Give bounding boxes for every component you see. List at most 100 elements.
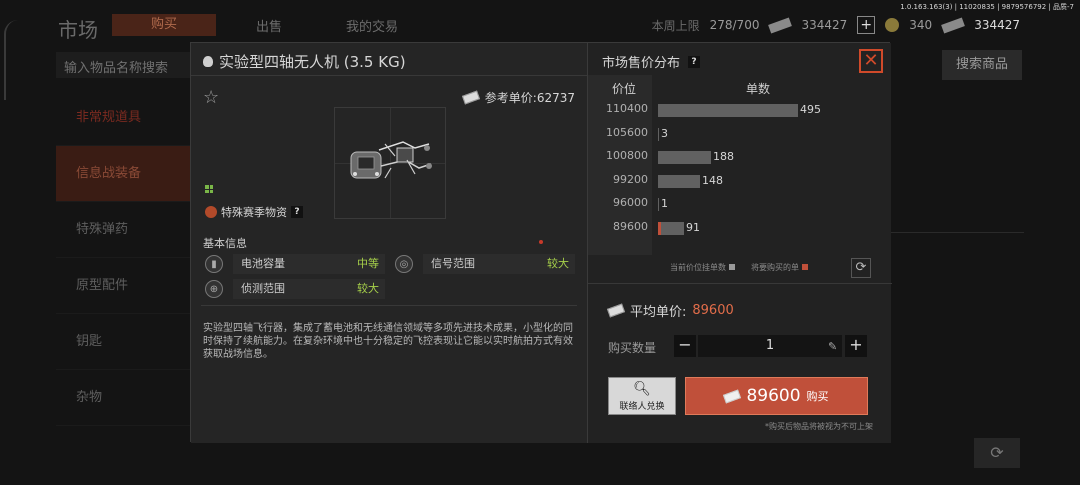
sidebar-item-unconventional[interactable]: 非常规道具	[56, 90, 196, 146]
chart-bar	[658, 221, 684, 235]
search-icon: 🔍︎	[633, 381, 651, 397]
season-icon	[205, 206, 217, 218]
contact-exchange-button[interactable]: 🔍︎ 联络人兑换	[608, 377, 676, 415]
price-tick-label: 89600	[613, 219, 648, 233]
drone-image	[350, 141, 432, 179]
chart-bar	[658, 151, 711, 164]
legend-buy: 将要购买的单	[751, 262, 808, 273]
tab-my-trades[interactable]: 我的交易	[346, 16, 398, 35]
currency1-value: 334427	[801, 18, 848, 32]
col-header-price: 价位	[612, 82, 637, 96]
version-text: 1.0.163.163(3) | 11020835 | 9879576792 |…	[900, 3, 1074, 11]
chart-bar	[658, 127, 659, 141]
back-arc-decoration	[4, 20, 18, 100]
avg-value: 89600	[692, 303, 734, 318]
item-detail-pane: 实验型四轴无人机 (3.5 KG) ☆ 参考单价: 62737 特殊赛季物资 ?…	[191, 43, 587, 443]
stat-signal: ◎ 信号范围 较大	[395, 253, 575, 275]
season-tag-label: 特殊赛季物资	[221, 206, 287, 219]
sidebar: 非常规道具 信息战装备 特殊弹药 原型配件 钥匙 杂物	[56, 90, 196, 426]
help-icon[interactable]: ?	[291, 206, 303, 218]
battery-icon: ▮	[205, 255, 223, 273]
cash-icon	[606, 303, 626, 318]
legend-swatch-grey	[729, 264, 735, 270]
search-goods-button[interactable]: 搜索商品	[942, 50, 1022, 80]
coin-icon	[885, 18, 900, 32]
divider	[201, 305, 577, 306]
grid-size-icon	[205, 185, 213, 193]
basic-info-heading: 基本信息	[203, 237, 247, 250]
purchase-footnote: *购买后物品将被视为不可上架	[765, 422, 873, 431]
buy-button[interactable]: 89600 购买	[685, 377, 868, 415]
legend-current-label: 当前价位挂单数	[670, 263, 726, 272]
stat-detection: ⊕ 侦测范围 较大	[205, 278, 385, 300]
sidebar-item-infowar[interactable]: 信息战装备	[56, 146, 196, 202]
cash-icon	[723, 389, 742, 403]
chart-bar	[658, 104, 798, 117]
currency-bar: 本周上限 278/700 334427 + 340 334427	[652, 16, 1020, 34]
chart-bar	[658, 174, 700, 188]
refresh-icon[interactable]: ⟳	[974, 438, 1020, 468]
sidebar-item-prototype-parts[interactable]: 原型配件	[56, 258, 196, 314]
season-tag: 特殊赛季物资 ?	[205, 204, 303, 220]
refresh-icon[interactable]: ⟳	[851, 258, 871, 278]
cash-icon	[768, 17, 793, 33]
item-title: 实验型四轴无人机 (3.5 KG)	[203, 51, 406, 72]
weekly-limit-value: 278/700	[709, 18, 760, 32]
quantity-label: 购买数量	[608, 341, 657, 355]
star-icon[interactable]: ☆	[203, 87, 219, 108]
price-tick-label: 110400	[606, 102, 648, 115]
legend-buy-label: 将要购买的单	[751, 263, 799, 272]
bar-value-label: 495	[800, 103, 821, 116]
search-input[interactable]: 输入物品名称搜索	[56, 52, 196, 78]
pencil-icon[interactable]: ✎	[828, 340, 837, 353]
stat-battery: ▮ 电池容量 中等	[205, 253, 385, 275]
weekly-limit-label: 本周上限	[651, 18, 700, 33]
tab-buy[interactable]: 购买	[112, 14, 216, 36]
currency2-value: 334427	[974, 18, 1020, 32]
tab-sell[interactable]: 出售	[256, 16, 282, 35]
price-tick-label: 100800	[606, 149, 648, 162]
signal-icon: ◎	[395, 255, 413, 273]
price-tick-label: 99200	[613, 172, 648, 186]
stat-level: 中等	[345, 254, 385, 274]
exchange-label: 联络人兑换	[619, 402, 665, 412]
quantity-decrease-button[interactable]: −	[674, 335, 696, 357]
divider	[191, 75, 587, 76]
bar-value-label: 91	[686, 220, 700, 234]
divider	[588, 283, 892, 284]
stat-level: 较大	[535, 254, 575, 274]
market-pane: 市场售价分布 ? ✕ 价位 单数 110400 495 105600 3 100800 1…	[587, 43, 892, 443]
buy-label: 购买	[806, 390, 829, 403]
market-dist-title: 市场售价分布 ?	[602, 52, 701, 71]
sidebar-item-special-ammo[interactable]: 特殊弹药	[56, 202, 196, 258]
bar-value-label: 188	[713, 150, 734, 163]
price-distribution-chart: 价位 单数 110400 495 105600 3 100800 188 99200 148 9…	[588, 75, 892, 255]
avg-label: 平均单价:	[630, 305, 687, 320]
average-price: 平均单价: 89600	[606, 301, 734, 320]
chart-legend: 当前价位挂单数 将要购买的单	[670, 262, 808, 273]
item-title-text: 实验型四轴无人机 (3.5 KG)	[219, 53, 406, 71]
price-tick-label: 96000	[613, 196, 648, 209]
reference-price: 参考单价: 62737	[461, 89, 575, 106]
radar-icon: ⊕	[205, 280, 223, 298]
ref-price-value: 62737	[536, 90, 575, 105]
item-description: 实验型四轴飞行器，集成了蓄电池和无线通信领域等多项先进技术成果，小型化的同时保持…	[203, 323, 573, 360]
coin-value: 340	[909, 18, 933, 32]
chart-bar	[658, 198, 659, 211]
page-title: 市场	[58, 18, 98, 42]
help-icon[interactable]: ?	[688, 55, 701, 68]
quantity-input[interactable]: 1	[698, 335, 842, 357]
add-currency-button[interactable]: +	[857, 16, 876, 34]
divider	[890, 232, 1024, 233]
quantity-increase-button[interactable]: +	[845, 335, 867, 357]
sidebar-item-keys[interactable]: 钥匙	[56, 314, 196, 370]
stat-level: 较大	[345, 279, 385, 299]
sidebar-item-misc[interactable]: 杂物	[56, 370, 196, 426]
legend-swatch-red	[802, 264, 808, 270]
bar-value-label: 148	[702, 173, 723, 187]
col-header-qty: 单数	[746, 82, 771, 96]
market-dist-title-text: 市场售价分布	[602, 56, 681, 71]
close-button[interactable]: ✕	[859, 49, 883, 73]
cash-icon	[941, 17, 966, 33]
item-purchase-dialog: 实验型四轴无人机 (3.5 KG) ☆ 参考单价: 62737 特殊赛季物资 ?…	[190, 42, 892, 443]
